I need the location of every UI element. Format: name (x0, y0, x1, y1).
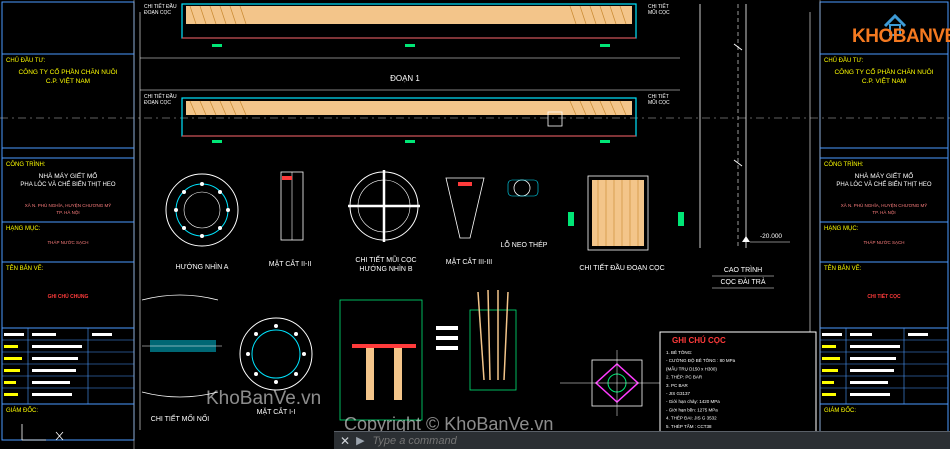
note-line: - Giới hạn chảy: 1420 MPa (666, 399, 720, 404)
prompt-icon: ▶ (356, 435, 365, 447)
item-heading: HẠNG MỤC: (6, 226, 41, 232)
owner-heading: CHỦ ĐẦU TƯ: (6, 57, 46, 64)
drawing-value: GHI CHÚ CHUNG (48, 293, 89, 300)
note-line: 1. BÊ TÔNG: (666, 348, 692, 355)
owner-line1: CÔNG TY CỔ PHẦN CHĂN NUÔI (834, 66, 933, 76)
ucs-icon (21, 424, 64, 441)
project-heading: CÔNG TRÌNH: (824, 161, 864, 168)
note-line: 5. THÉP TẤM : CCT38 (666, 423, 712, 429)
head-detail-label: CHI TIẾT ĐẦU ĐOẠN CỌC (579, 262, 664, 272)
elevation-sub: CỌC ĐÀI TRẢ (721, 277, 766, 286)
item-value: THÁP NƯỚC SẠCH (47, 239, 88, 245)
plate-detail (339, 299, 423, 421)
owner-line2: C.P. VIỆT NAM (862, 76, 906, 85)
close-icon[interactable]: ✕ (340, 434, 350, 448)
section-2: MẶT CẮT II-II (269, 171, 312, 268)
drawing-value: CHI TIẾT CỌC (867, 293, 901, 300)
tip-detail: CHI TIẾT MŨI CỌC HƯỚNG NHÌN B (348, 170, 420, 273)
project-line1: NHÀ MÁY GIẾT MỔ (39, 170, 98, 180)
manager-heading: GIÁM ĐỐC: (824, 407, 856, 414)
command-line[interactable]: ✕ ▶ (334, 431, 950, 449)
project-heading: CÔNG TRÌNH: (6, 161, 46, 168)
right-title-block: CHỦ ĐẦU TƯ: CÔNG TY CỔ PHẦN CHĂN NUÔI C.… (820, 53, 948, 414)
label-tip-top: CHI TIẾT MŨI CỌC (648, 3, 670, 16)
elevation-value: -20.000 (760, 233, 782, 240)
note-line: 3. PC BAR (666, 383, 689, 388)
location-line: XÃ N. PHÚ NGHĨA, HUYỆN CHƯƠNG MỸ (25, 201, 111, 208)
watermark-1: KhoBanVe.vn (206, 388, 322, 409)
logo: KHOBANVE (852, 12, 950, 52)
location-city: TP. HÀ NỘI (56, 209, 79, 215)
tip-detail-label: CHI TIẾT MŨI CỌC (355, 254, 416, 264)
project-line2: PHA LÓC VÀ CHẾ BIẾN THỊT HEO (836, 181, 931, 188)
note-line: (MẪU TRỤ D150 x H300) (666, 365, 717, 371)
note-line: 2. THÉP: PC BAR (666, 374, 703, 380)
section-2-label: MẶT CẮT II-II (269, 259, 312, 268)
drawing-heading: TÊN BẢN VẼ: (824, 264, 862, 272)
location-city: TP. HÀ NỘI (872, 209, 895, 215)
view-a: HƯỚNG NHÌN A (165, 173, 239, 271)
label-head-bottom: CHI TIẾT ĐẦU ĐOẠN CỌC (144, 93, 177, 106)
drawing-heading: TÊN BẢN VẼ: (6, 264, 44, 272)
project-line2: PHA LÓC VÀ CHẾ BIẾN THỊT HEO (20, 181, 115, 188)
vertical-elevation: -20.000 CAO TRÌNH CỌC ĐÀI TRẢ (699, 4, 790, 289)
item-heading: HẠNG MỤC: (824, 226, 859, 232)
view-a-label: HƯỚNG NHÌN A (176, 262, 229, 271)
elevation-title: CAO TRÌNH (724, 265, 762, 274)
joint-detail-label: CHI TIẾT MỐI NỐI (151, 413, 210, 423)
notes-box: GHI CHÚ CỌC 1. BÊ TÔNG:- CƯỜNG ĐỘ BÊ TÔN… (659, 331, 817, 445)
owner-line2: C.P. VIỆT NAM (46, 76, 90, 85)
anchor-hole: LỖ NEO THÉP (501, 179, 548, 249)
note-line: - JIS G3137 (666, 391, 691, 396)
manager-heading: GIÁM ĐỐC: (6, 407, 38, 414)
item-value: THÁP NƯỚC SẠCH (863, 239, 904, 245)
section-3-label: MẶT CẮT III-III (446, 257, 492, 266)
left-title-block: CHỦ ĐẦU TƯ: CÔNG TY CỔ PHẦN CHĂN NUÔI C.… (2, 53, 134, 414)
label-tip-bottom: CHI TIẾT MŨI CỌC (648, 93, 670, 106)
pile-cap-detail (436, 289, 517, 391)
location-line: XÃ N. PHÚ NGHĨA, HUYỆN CHƯƠNG MỸ (841, 201, 927, 208)
owner-heading: CHỦ ĐẦU TƯ: (824, 57, 864, 64)
note-line: - Giới hạn bền: 1275 MPa (666, 407, 718, 412)
head-detail: CHI TIẾT ĐẦU ĐOẠN CỌC (568, 175, 684, 272)
cad-model-space[interactable]: CHỦ ĐẦU TƯ: CÔNG TY CỔ PHẦN CHĂN NUÔI C.… (0, 0, 950, 449)
note-line: - CƯỜNG ĐỘ BÊ TÔNG : 80 MPa (666, 356, 736, 363)
section-3: MẶT CẮT III-III (445, 177, 492, 266)
logo-text: KHOBANVE (852, 26, 950, 47)
owner-line1: CÔNG TY CỔ PHẦN CHĂN NUÔI (18, 66, 117, 76)
segment-label: ĐOẠN 1 (390, 74, 420, 83)
pile-elevation-top: CHI TIẾT ĐẦU ĐOẠN CỌC CHI TIẾT MŨI CỌC (140, 3, 680, 59)
view-b-label: HƯỚNG NHÌN B (359, 264, 413, 273)
label-head-top: CHI TIẾT ĐẦU ĐOẠN CỌC (144, 3, 177, 16)
project-line1: NHÀ MÁY GIẾT MỔ (855, 170, 914, 180)
command-input[interactable] (370, 433, 755, 448)
note-line: 4. THÉP ĐAI: JIS G 3532 (666, 415, 717, 421)
notes-title: GHI CHÚ CỌC (672, 336, 726, 345)
plate-plan (560, 350, 660, 416)
anchor-hole-label: LỖ NEO THÉP (501, 240, 548, 249)
